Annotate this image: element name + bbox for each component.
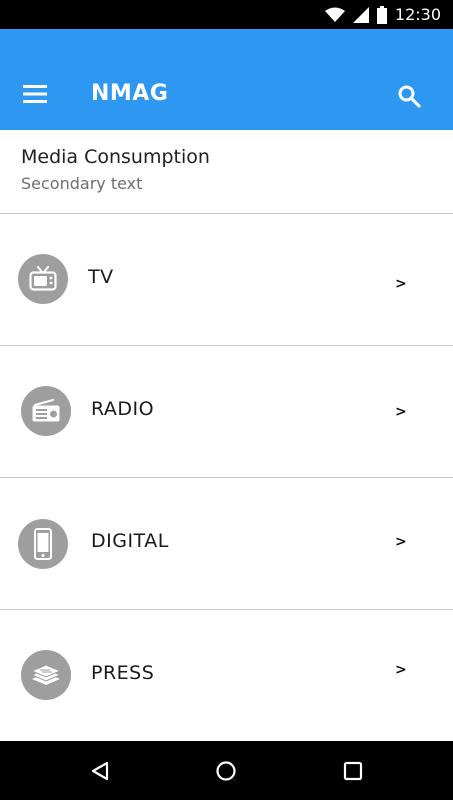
app-bar: NMAG [0,29,453,130]
list-item-label: TV [88,266,114,288]
search-button[interactable] [392,79,426,113]
menu-button[interactable] [18,79,52,109]
chevron-right-icon: > [395,276,407,292]
header-title: Media Consumption [21,146,210,168]
signal-icon [352,6,369,23]
menu-icon [23,85,47,103]
navigation-bar [0,741,453,800]
chevron-right-icon: > [395,404,407,420]
list-item-digital[interactable]: DIGITAL > [0,478,453,610]
radio-icon [21,386,71,436]
list-item-press[interactable]: PRESS > [0,610,453,741]
chevron-right-icon: > [395,534,407,550]
header-subtitle: Secondary text [21,174,143,193]
battery-icon [376,5,387,24]
list-item-label: PRESS [91,662,155,684]
recents-icon [343,761,363,781]
home-button[interactable] [210,755,242,787]
wifi-icon [324,7,345,23]
list-item-radio[interactable]: RADIO > [0,346,453,478]
home-icon [216,761,236,781]
chevron-right-icon: > [395,662,407,678]
smartphone-icon [18,519,68,569]
search-icon [398,85,421,108]
app-title: NMAG [91,81,169,106]
back-icon [91,761,109,781]
list-item-label: RADIO [91,398,155,420]
back-button[interactable] [84,755,116,787]
recents-button[interactable] [337,755,369,787]
newspaper-icon [21,650,71,700]
status-time: 12:30 [394,5,441,24]
list-item-tv[interactable]: TV > [0,214,453,346]
list-item-label: DIGITAL [91,530,169,552]
list-header: Media Consumption Secondary text [0,130,453,214]
tv-icon [18,254,68,304]
status-bar: 12:30 [0,0,453,29]
